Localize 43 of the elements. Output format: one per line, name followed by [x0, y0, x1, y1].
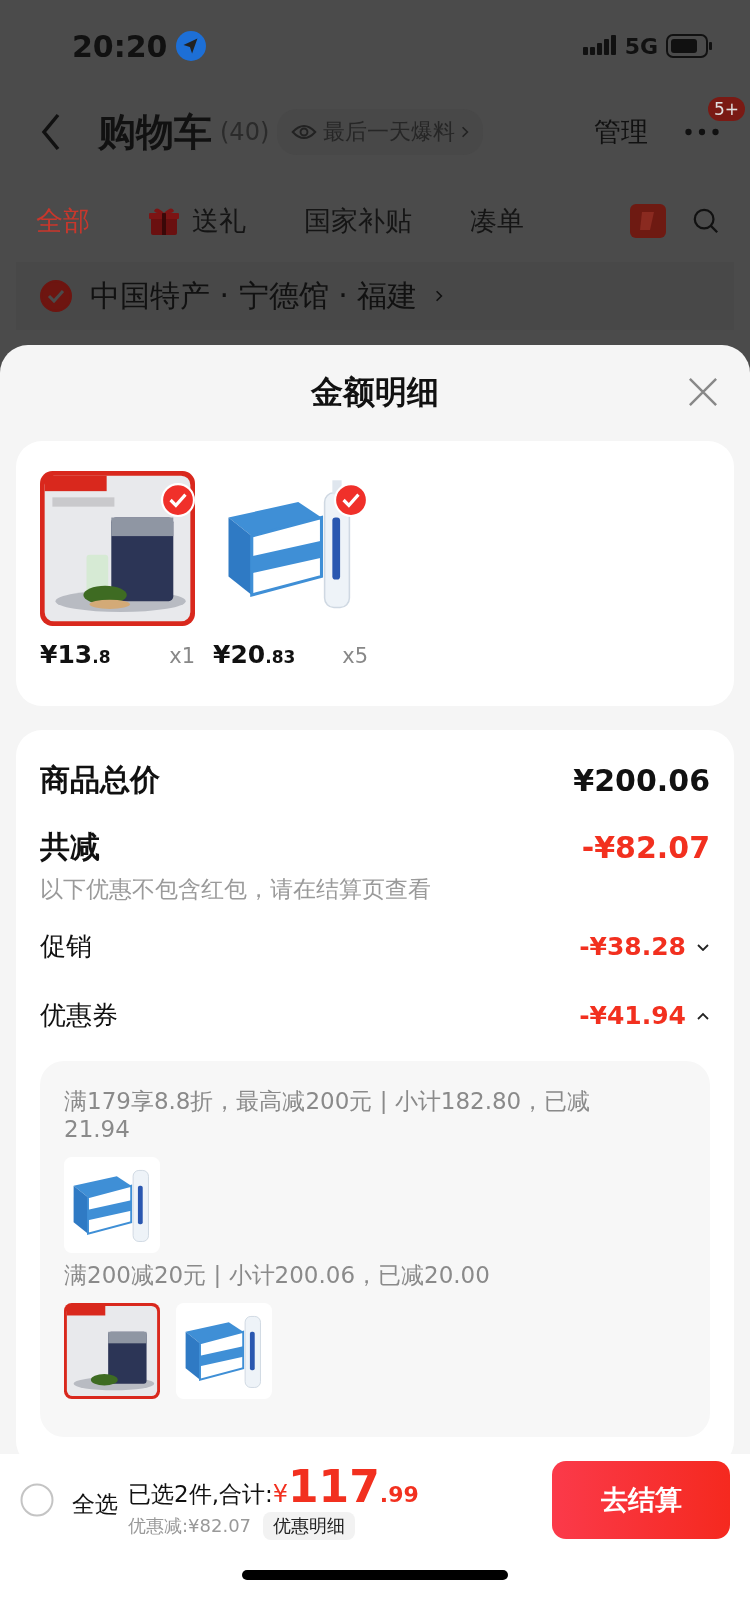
more-icon[interactable]: [684, 127, 720, 137]
total-label: 商品总价: [40, 761, 160, 799]
battery-icon: [666, 34, 712, 58]
discount-value: -¥41.94: [579, 1001, 686, 1030]
sheet-title: 金额明细: [311, 372, 439, 413]
saved-amount: 优惠减:¥82.07: [128, 1513, 252, 1538]
discount-detail-button[interactable]: 优惠明细: [263, 1511, 356, 1540]
notification-badge: 5+: [708, 97, 746, 121]
network-label: 5G: [624, 33, 658, 59]
eye-icon: [291, 123, 318, 141]
checkbox[interactable]: [40, 280, 72, 312]
page-title: 购物车: [98, 108, 212, 156]
checkout-button[interactable]: 去结算: [552, 1461, 730, 1539]
coupon-rule: 满200减20元 | 小计200.06，已减20.00: [64, 1261, 491, 1289]
manage-button[interactable]: 管理: [594, 114, 648, 150]
total-price: ¥117.99: [272, 1460, 419, 1512]
discount-type: 优惠券: [40, 999, 118, 1032]
chevron-icon[interactable]: [696, 1011, 710, 1020]
search-icon[interactable]: [692, 207, 720, 235]
product-quantity: x5: [342, 644, 368, 668]
discount-type: 促销: [40, 930, 92, 963]
selected-summary: 已选2件,合计:: [128, 1479, 273, 1509]
promo-tag-icon[interactable]: [630, 204, 666, 238]
select-all-label: 全选: [72, 1489, 118, 1519]
close-icon[interactable]: [688, 377, 718, 407]
select-all-checkbox[interactable]: [20, 1483, 54, 1517]
discount-value: -¥38.28: [579, 932, 686, 961]
coupon-rule: 满179享8.8折，最高减200元 | 小计182.80，已减21.94: [64, 1087, 592, 1143]
discount-label: 共减: [40, 828, 100, 866]
chevron-icon: [461, 125, 470, 139]
total-amount: ¥200.06: [573, 763, 710, 798]
discount-note: 以下优惠不包含红包，请在结算页查看: [40, 875, 432, 904]
product-price: ¥20.83: [213, 640, 296, 669]
signal-icon: [582, 35, 617, 57]
chevron-icon: [435, 289, 444, 303]
location-icon: [175, 31, 206, 61]
filter-tab[interactable]: 全部: [36, 203, 90, 239]
status-time: 20:20: [72, 28, 168, 64]
product-quantity: x1: [169, 644, 195, 668]
chevron-icon[interactable]: [696, 942, 710, 951]
back-icon[interactable]: [40, 112, 62, 152]
product-price: ¥13.8: [40, 640, 111, 669]
discount-amount: -¥82.07: [581, 830, 710, 865]
